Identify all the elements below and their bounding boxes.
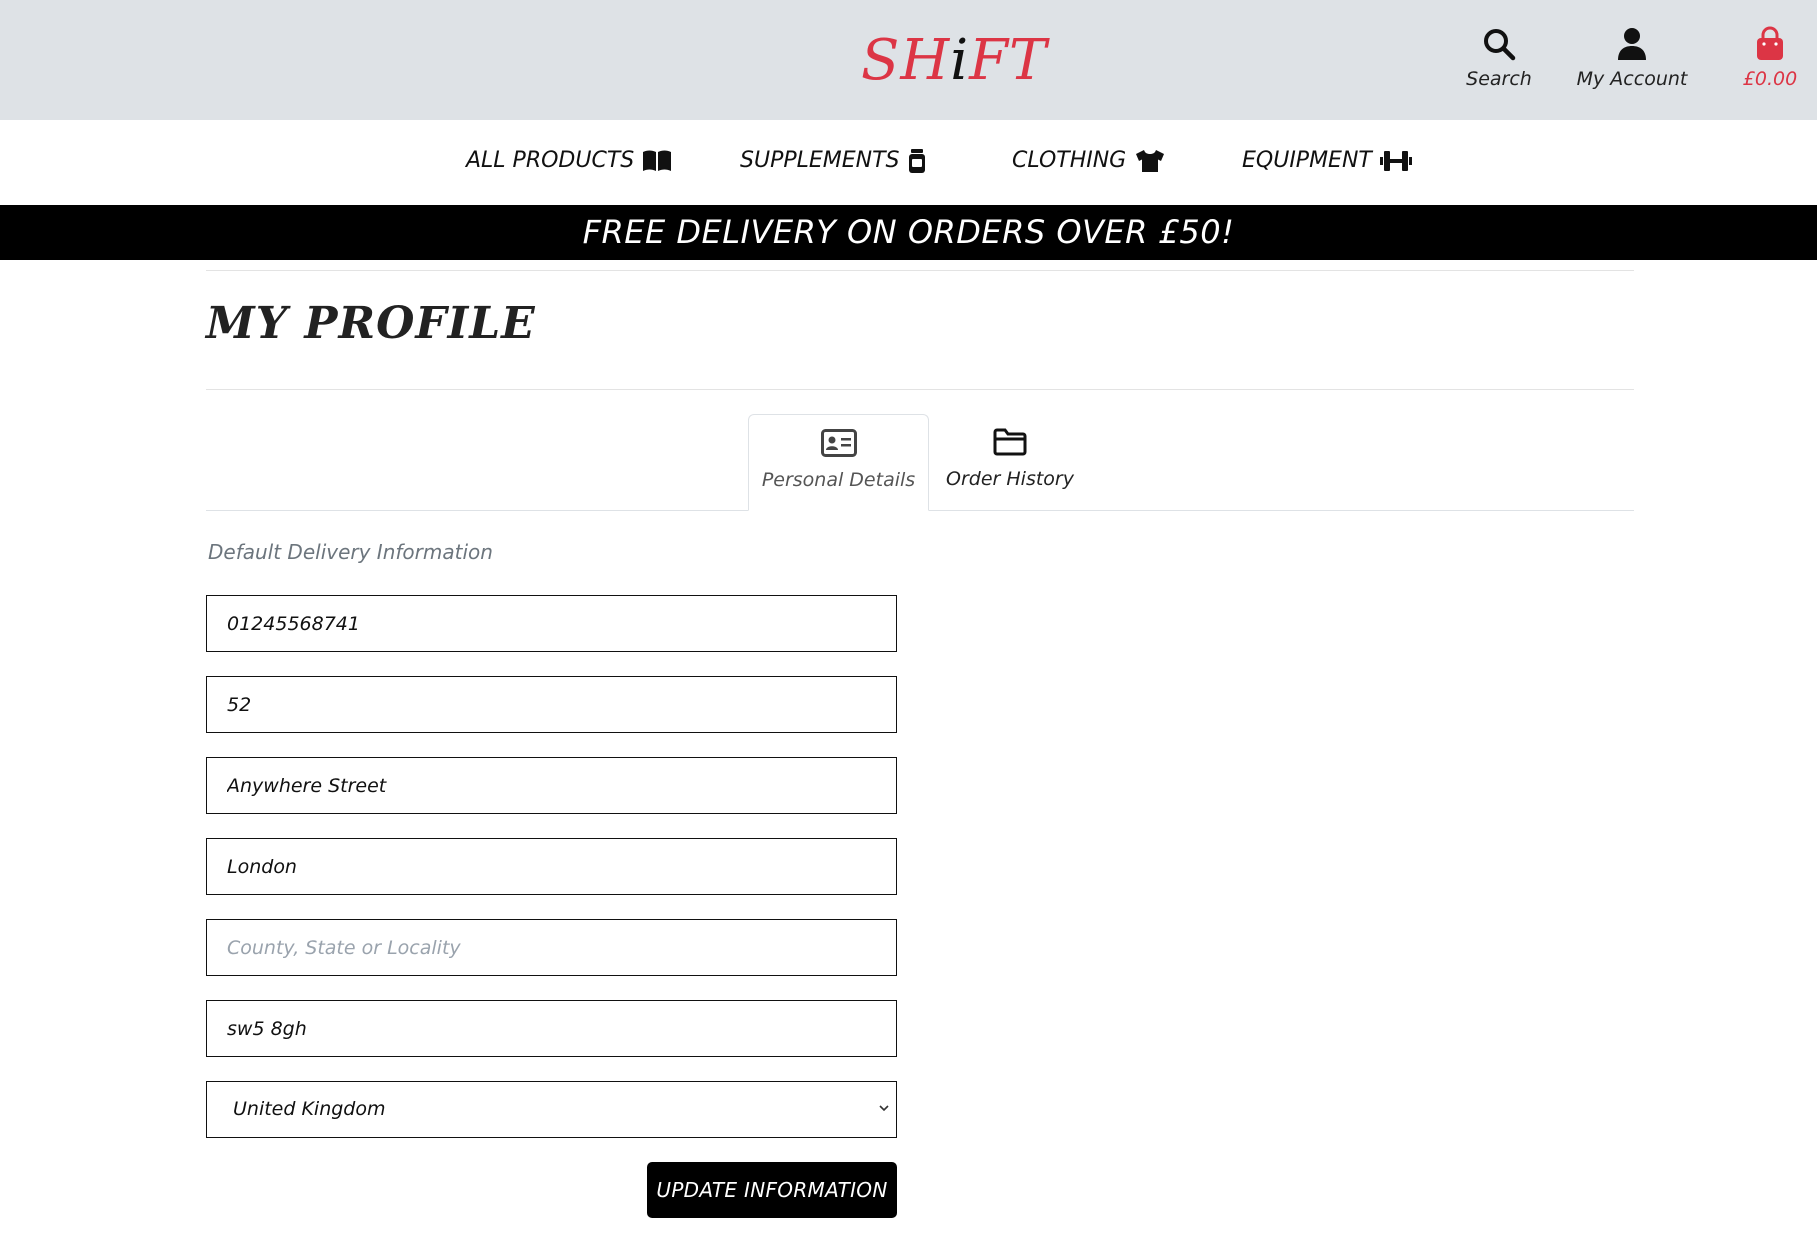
tab-personal-details[interactable]: Personal Details: [748, 414, 929, 511]
nav-item-equipment[interactable]: EQUIPMENT: [1242, 148, 1412, 173]
nav-item-clothing[interactable]: CLOTHING: [1012, 148, 1166, 173]
divider: [206, 270, 1634, 271]
street-address-2-field[interactable]: [206, 757, 897, 814]
section-label: Default Delivery Information: [208, 540, 493, 564]
main-nav: ALL PRODUCTS SUPPLEMENTS CLOTHING EQUIPM…: [0, 120, 1817, 205]
town-city-field[interactable]: [206, 838, 897, 895]
update-information-button[interactable]: UPDATE INFORMATION: [647, 1162, 897, 1218]
search-icon: [1484, 29, 1516, 61]
user-icon: [1618, 28, 1646, 60]
tab-label: Order History: [946, 468, 1074, 490]
nav-item-label: ALL PRODUCTS: [466, 148, 635, 173]
street-address-1-field[interactable]: [206, 676, 897, 733]
folder-icon: [993, 428, 1027, 456]
search-link[interactable]: Search: [1455, 26, 1543, 90]
shopping-bag-icon: [1757, 26, 1783, 60]
dumbbell-icon: [1379, 150, 1412, 171]
cart-total: £0.00: [1742, 68, 1798, 90]
phone-number-field[interactable]: [206, 595, 897, 652]
country-selected-value: United Kingdom: [233, 1098, 386, 1120]
my-account-link[interactable]: My Account: [1575, 26, 1689, 90]
site-logo[interactable]: SHiFT: [861, 26, 1047, 96]
site-header: SHiFT Search My Account £0.00: [0, 0, 1817, 120]
page-title: MY PROFILE: [206, 298, 536, 349]
tshirt-icon: [1136, 149, 1165, 172]
cart-link[interactable]: £0.00: [1734, 26, 1806, 90]
nav-item-label: EQUIPMENT: [1242, 148, 1372, 173]
search-label: Search: [1466, 68, 1532, 90]
my-account-label: My Account: [1576, 68, 1688, 90]
chevron-down-icon: [879, 1105, 889, 1112]
free-delivery-banner: FREE DELIVERY ON ORDERS OVER £50!: [0, 205, 1817, 260]
id-card-icon: [820, 429, 857, 457]
nav-item-label: CLOTHING: [1012, 148, 1127, 173]
tab-order-history[interactable]: Order History: [932, 414, 1088, 511]
country-select[interactable]: United Kingdom: [206, 1081, 897, 1138]
nav-item-all-products[interactable]: ALL PRODUCTS: [466, 148, 672, 173]
supplement-jar-icon: [908, 148, 925, 173]
nav-item-label: SUPPLEMENTS: [740, 148, 900, 173]
county-field[interactable]: [206, 919, 897, 976]
postcode-field[interactable]: [206, 1000, 897, 1057]
divider: [206, 389, 1634, 390]
book-open-icon: [643, 150, 672, 171]
nav-item-supplements[interactable]: SUPPLEMENTS: [740, 148, 926, 173]
tab-label: Personal Details: [761, 469, 916, 491]
